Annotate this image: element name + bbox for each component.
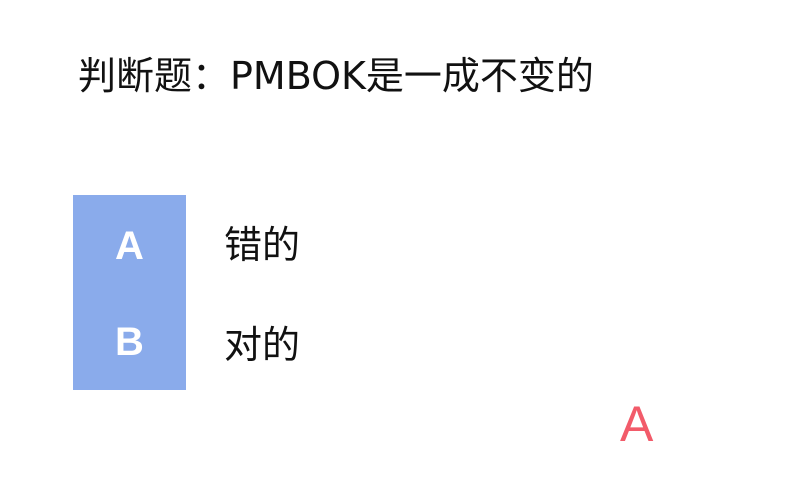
option-b-text: 对的	[224, 323, 301, 367]
option-b-letter: B	[115, 320, 144, 364]
answer-text: A	[620, 396, 654, 452]
option-a-letter: A	[115, 224, 144, 268]
option-letters-block: A B	[73, 195, 186, 390]
question-text: 判断题：PMBOK是一成不变的	[78, 54, 594, 98]
option-a-text: 错的	[224, 223, 301, 267]
